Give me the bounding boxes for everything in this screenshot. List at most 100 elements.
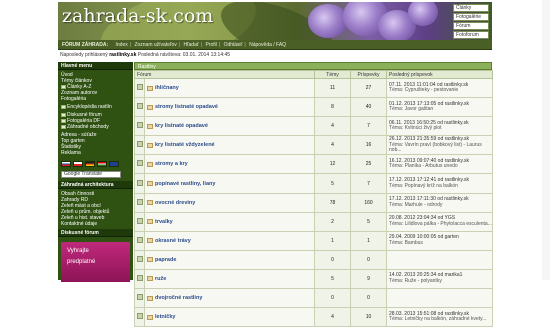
forum-name-cell: ruže xyxy=(143,268,316,290)
forum-badge-icon xyxy=(147,85,153,91)
forum-posts-count: 1 xyxy=(350,230,388,251)
forum-name-link[interactable]: kry listnaté opadavé xyxy=(155,123,208,129)
flag-de-icon[interactable] xyxy=(85,161,95,167)
forum-row[interactable]: trvalky 2 5 20.08. 2012 23:04:34 od YGS Téma… xyxy=(134,211,494,232)
nav-link-search[interactable]: Hľadať xyxy=(183,42,198,48)
forum-row-icon-cell xyxy=(134,288,145,309)
forum-badge-icon xyxy=(147,200,153,206)
forum-name-cell: kry listnaté opadavé xyxy=(143,116,316,137)
last-post-topic[interactable]: Téma: Kvitnúci živý plot xyxy=(389,126,492,132)
forum-name-link[interactable]: stromy a kry xyxy=(155,161,188,167)
forum-name-link[interactable]: ruže xyxy=(155,276,166,282)
sidebar-item-kontakt[interactable]: Kontaktné údaje xyxy=(61,221,130,227)
forum-name-link[interactable]: okrasné trávy xyxy=(155,238,191,244)
google-translate-select[interactable]: Google Translate xyxy=(61,171,121,178)
last-post-topic[interactable]: Téma: Popínavý kríž na balkón xyxy=(389,183,492,190)
forum-row-icon-cell xyxy=(134,97,145,118)
last-post-topic[interactable]: Téma: Letničky na balkón, záhradné kvety… xyxy=(389,317,492,323)
forum-topics-count: 8 xyxy=(314,97,352,118)
promo-banner[interactable]: Vyhrajte predplatné xyxy=(61,242,130,282)
language-flags xyxy=(58,158,133,170)
forum-last-post-cell: 20.08. 2012 23:04:34 od YGS Téma: Lilidlo… xyxy=(386,211,494,232)
nav-separator: | xyxy=(129,42,132,48)
forum-name-link[interactable]: stromy listnaté opadavé xyxy=(155,104,218,110)
forum-folder-icon xyxy=(136,198,143,205)
forum-category-heading[interactable]: Rastliny xyxy=(134,62,492,70)
forum-nav-bar: FÓRUM ZÁHRADA: Index | Zoznam užívateľov |… xyxy=(58,40,492,50)
last-post-topic[interactable]: Téma: Planika - Arbutus unedo xyxy=(389,164,492,170)
forum-last-post-cell xyxy=(386,288,494,309)
last-post-topic[interactable]: Téma: Cyprušteky - pestovanie xyxy=(389,88,492,94)
last-post-topic[interactable]: Téma: Bambus xyxy=(389,240,492,247)
forum-row-icon-cell xyxy=(134,230,145,251)
forum-last-post-cell: 07.11. 2013 11:01:04 od rastlinky.sk Téma… xyxy=(386,77,494,99)
col-header-posts: Príspevky xyxy=(350,70,388,79)
header-link-fotoforum[interactable]: Fotoforum xyxy=(453,31,489,39)
forum-name-link[interactable]: popínavé rastliny, liany xyxy=(155,181,215,187)
site-logo[interactable]: zahrada-sk.com xyxy=(62,5,213,27)
nav-link-users[interactable]: Zoznam užívateľov xyxy=(134,42,176,48)
forum-name-link[interactable]: ovocné dreviny xyxy=(155,200,195,206)
flag-pl-icon[interactable] xyxy=(73,161,83,167)
forum-row[interactable]: stromy a kry 12 25 16.12. 2013 09:07:40 od … xyxy=(134,154,494,175)
last-post-topic[interactable]: Téma: Javor gaštan xyxy=(389,107,492,113)
forum-name-link[interactable]: paprade xyxy=(155,257,176,263)
forum-last-post-cell: 17.12. 2013 17:12:41 od rastlinky.sk Téma… xyxy=(386,173,494,194)
forum-icon xyxy=(61,113,66,117)
forum-row[interactable]: ovocné dreviny 78 160 17.12. 2013 17:11:30 … xyxy=(134,192,494,213)
forum-topics-count: 1 xyxy=(314,230,352,251)
forum-row[interactable]: paprade 0 0 xyxy=(134,249,494,270)
user-info-line: Naposledy prihlásený rastlinky.sk Posled… xyxy=(58,52,492,60)
forum-name-link[interactable]: trvalky xyxy=(155,219,173,225)
forum-row[interactable]: stromy listnaté opadavé 8 40 01.12. 2013 17… xyxy=(134,97,494,118)
last-post-topic[interactable]: Téma: Lilidlova pálka - Phytolacca escul… xyxy=(389,221,492,228)
last-post-topic[interactable]: Téma: Marhule - odrody xyxy=(389,202,492,209)
forum-posts-count: 9 xyxy=(350,268,388,290)
forum-row[interactable]: letničky 4 10 28.03. 2013 15:51:08 od rastl… xyxy=(134,307,494,327)
flag-hu-icon[interactable] xyxy=(97,161,107,167)
forum-name-cell: ihličnany xyxy=(143,77,316,99)
header-link-fotogalerie[interactable]: Fotogalérie xyxy=(453,13,489,21)
forum-last-post-cell: 26.12. 2013 21:35:59 od rastlinky.sk Téma… xyxy=(386,135,494,156)
page-scrollbar[interactable] xyxy=(542,0,550,280)
forum-last-post-cell: 01.12. 2013 17:13:05 od rastlinky.sk Téma… xyxy=(386,97,494,118)
forum-row[interactable]: popínavé rastliny, liany 5 7 17.12. 2013 17… xyxy=(134,173,494,194)
forum-row[interactable]: ruže 5 9 14.02. 2013 20:25:34 od marika1 Tém… xyxy=(134,268,494,290)
userinfo-last-visit: Posledná návšteva: 03.01. 2014 13:14:45 xyxy=(137,52,231,58)
forum-name-link[interactable]: dvojročné rastliny xyxy=(155,295,202,301)
userinfo-prefix: Naposledy prihlásený xyxy=(60,52,108,58)
forum-row-icon-cell xyxy=(134,154,145,175)
header-link-forum[interactable]: Fórum xyxy=(453,22,489,30)
forum-name-link[interactable]: ihličnany xyxy=(155,85,179,91)
last-post-topic[interactable]: Téma: Vavrín praví (bobkový list) - Laur… xyxy=(389,142,492,154)
header-link-clanky[interactable]: Články xyxy=(453,4,489,12)
forum-posts-count: 40 xyxy=(350,97,388,118)
forum-name-link[interactable]: kry listnaté vždyzelené xyxy=(155,142,215,148)
forum-folder-icon xyxy=(136,160,143,167)
forum-last-post-cell: 06.11. 2013 16:50:25 od rastlinky.sk Téma… xyxy=(386,116,494,137)
forum-topics-count: 4 xyxy=(314,116,352,137)
page: zahrada-sk.com Články Fotogalérie Fórum … xyxy=(0,0,550,327)
forum-name-cell: dvojročné rastliny xyxy=(143,288,316,309)
nav-link-faq[interactable]: Nápověda / FAQ xyxy=(249,42,286,48)
forum-row[interactable]: dvojročné rastliny 0 0 xyxy=(134,288,494,309)
forum-folder-icon xyxy=(136,274,143,281)
forum-row[interactable]: okrasné trávy 1 1 29.04. 2009 10:00:05 od g… xyxy=(134,230,494,251)
nav-link-profile[interactable]: Profil xyxy=(205,42,216,48)
nav-link-logout[interactable]: Odhlásiť xyxy=(224,42,243,48)
flag-sk-icon[interactable] xyxy=(61,161,71,167)
flag-en-icon[interactable] xyxy=(109,161,119,167)
forum-row-icon-cell xyxy=(134,268,145,290)
forum-row[interactable]: ihličnany 11 27 07.11. 2013 11:01:04 od ras… xyxy=(134,77,494,99)
forum-name-link[interactable]: letničky xyxy=(155,314,175,320)
sidebar-item-reklama[interactable]: Reklama xyxy=(61,150,130,156)
forum-row[interactable]: kry listnaté vždyzelené 4 16 26.12. 2013 21… xyxy=(134,135,494,156)
nav-separator: | xyxy=(218,42,221,48)
nav-link-index[interactable]: Index xyxy=(116,42,128,48)
forum-row[interactable]: kry listnaté opadavé 4 7 06.11. 2013 16:50:… xyxy=(134,116,494,137)
forum-badge-icon xyxy=(147,238,153,244)
forum-folder-icon xyxy=(136,236,143,243)
userinfo-username[interactable]: rastlinky.sk xyxy=(109,52,136,58)
forum-name-cell: okrasné trávy xyxy=(143,230,316,251)
forum-badge-icon xyxy=(147,142,153,148)
